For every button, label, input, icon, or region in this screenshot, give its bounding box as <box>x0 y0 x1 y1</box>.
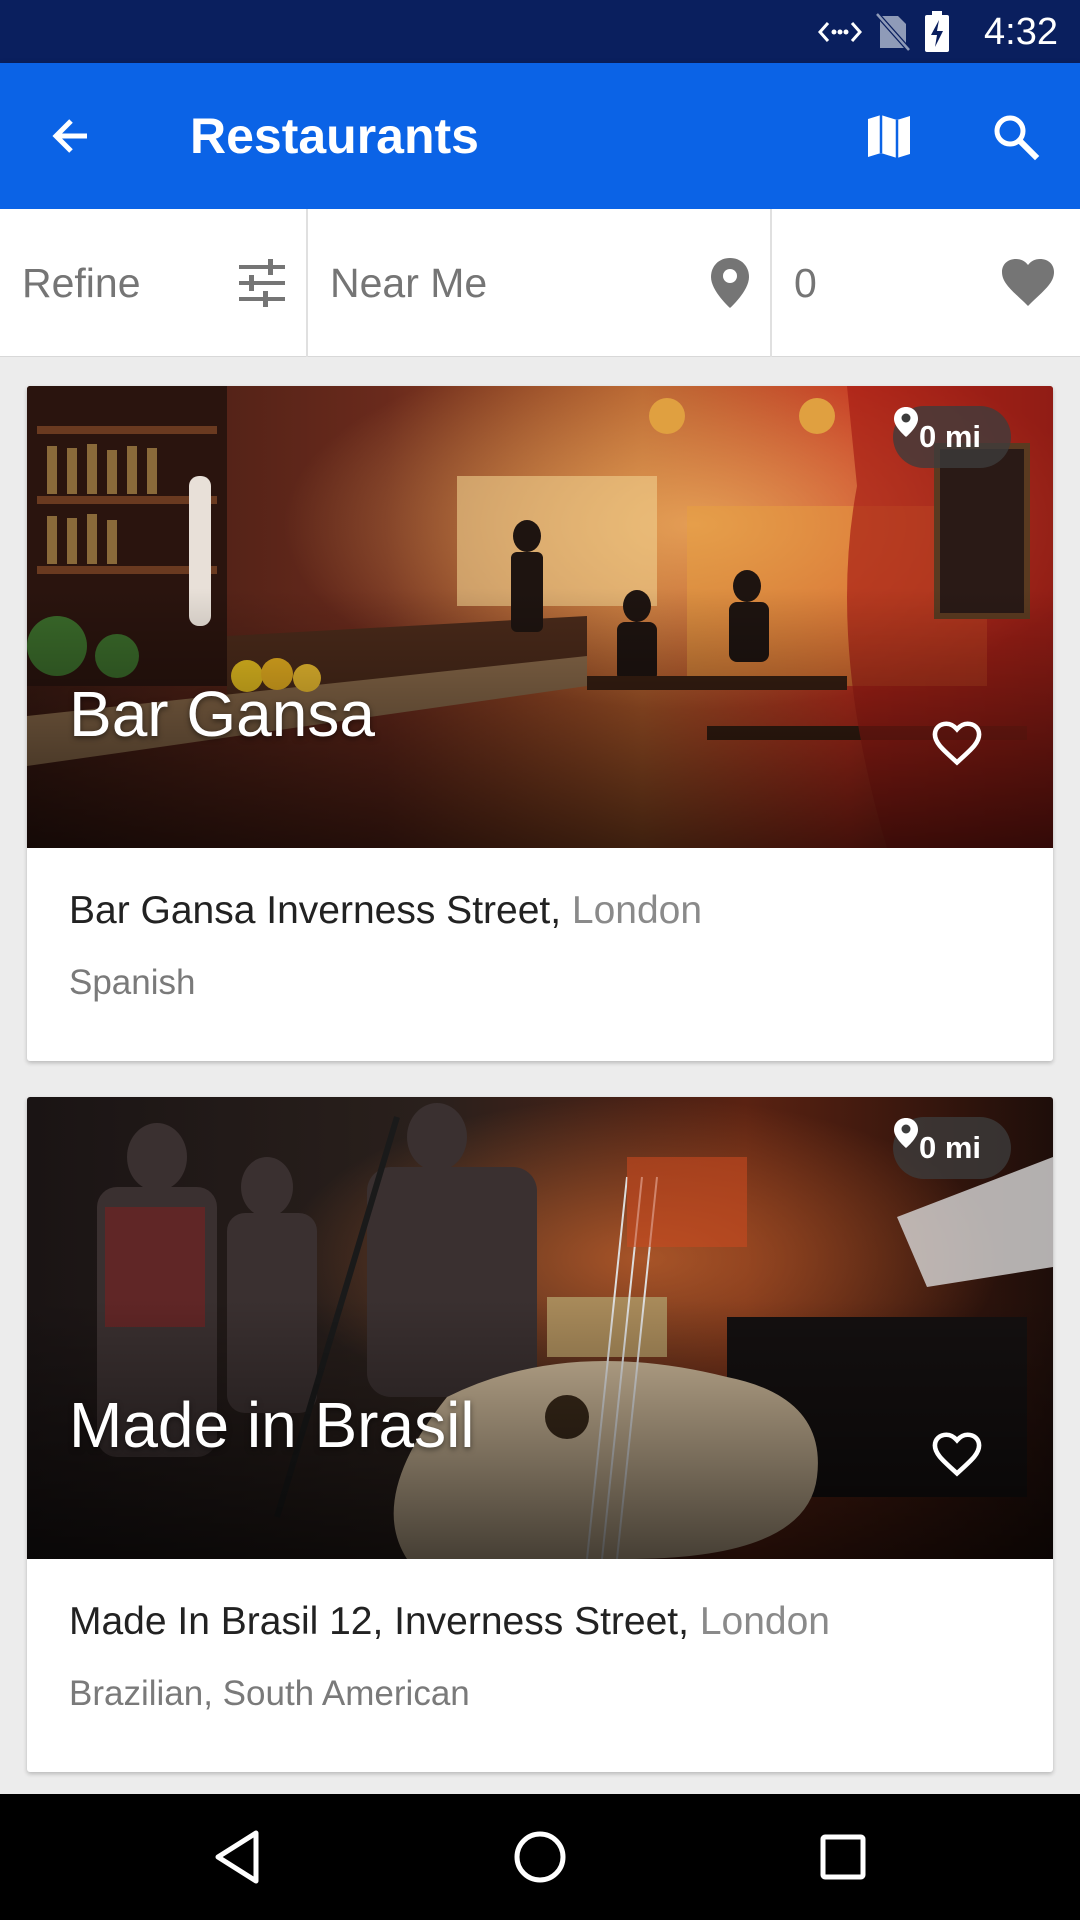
refine-label: Refine <box>22 260 141 306</box>
nav-back-button[interactable] <box>202 1822 272 1892</box>
restaurant-photo: 0 mi Bar Gansa <box>27 386 1053 848</box>
filter-bar: Refine Near Me 0 <box>0 209 1080 357</box>
battery-charging-icon <box>924 11 950 53</box>
no-sim-icon <box>876 12 910 52</box>
page-title: Restaurants <box>190 108 479 164</box>
home-circle-icon <box>514 1831 566 1883</box>
restaurant-address: Made In Brasil 12, Inverness Street, Lon… <box>69 1597 830 1647</box>
restaurant-card[interactable]: 0 mi Bar Gansa Bar Gansa Inverness Stree… <box>27 386 1053 1061</box>
distance-text: 0 mi <box>918 1130 981 1165</box>
status-bar: 4:32 <box>0 0 1080 63</box>
nav-home-button[interactable] <box>505 1822 575 1892</box>
heart-outline-icon <box>932 1432 982 1477</box>
arrow-back-icon <box>52 119 87 153</box>
map-icon <box>868 115 910 158</box>
search-button[interactable] <box>982 103 1048 169</box>
back-triangle-icon <box>215 1830 259 1884</box>
back-button[interactable] <box>38 103 104 169</box>
restaurant-name: Bar Gansa <box>69 678 375 750</box>
favorites-filter[interactable]: 0 <box>772 209 1080 357</box>
favorites-count: 0 <box>794 260 817 306</box>
restaurant-photo: 0 mi Made in Brasil <box>27 1097 1053 1559</box>
status-icons <box>818 11 950 53</box>
restaurant-cuisine: Brazilian, South American <box>69 1674 470 1713</box>
map-button[interactable] <box>856 103 922 169</box>
near-me-filter[interactable]: Near Me <box>308 209 770 357</box>
location-pin-icon <box>893 1118 918 1148</box>
restaurant-name: Made in Brasil <box>69 1389 475 1461</box>
data-sync-icon <box>818 17 862 47</box>
location-pin-icon <box>893 407 918 437</box>
refine-filter[interactable]: Refine <box>0 209 306 357</box>
system-nav-bar <box>0 1794 1080 1920</box>
near-me-label: Near Me <box>330 260 488 306</box>
location-pin-icon <box>700 253 760 313</box>
distance-badge: 0 mi <box>892 406 1011 468</box>
distance-text: 0 mi <box>918 419 981 454</box>
heart-outline-icon <box>932 721 982 766</box>
tune-icon <box>232 253 292 313</box>
nav-recents-button[interactable] <box>808 1822 878 1892</box>
search-icon <box>994 115 1040 161</box>
restaurant-cuisine: Spanish <box>69 963 196 1002</box>
distance-badge: 0 mi <box>892 1117 1011 1179</box>
favorite-button[interactable] <box>931 1432 995 1496</box>
street-address: Made In Brasil 12, Inverness Street, <box>69 1600 689 1643</box>
city: London <box>571 889 703 932</box>
app-bar: Restaurants <box>0 63 1080 209</box>
city: London <box>699 1600 830 1643</box>
favorite-button[interactable] <box>931 721 995 785</box>
status-time: 4:32 <box>984 11 1058 53</box>
recents-square-icon <box>820 1834 866 1880</box>
restaurant-address: Bar Gansa Inverness Street, London <box>69 886 702 936</box>
heart-icon <box>998 253 1058 313</box>
street-address: Bar Gansa Inverness Street, <box>69 889 562 932</box>
restaurant-card[interactable]: 0 mi Made in Brasil Made In Brasil 12, I… <box>27 1097 1053 1772</box>
